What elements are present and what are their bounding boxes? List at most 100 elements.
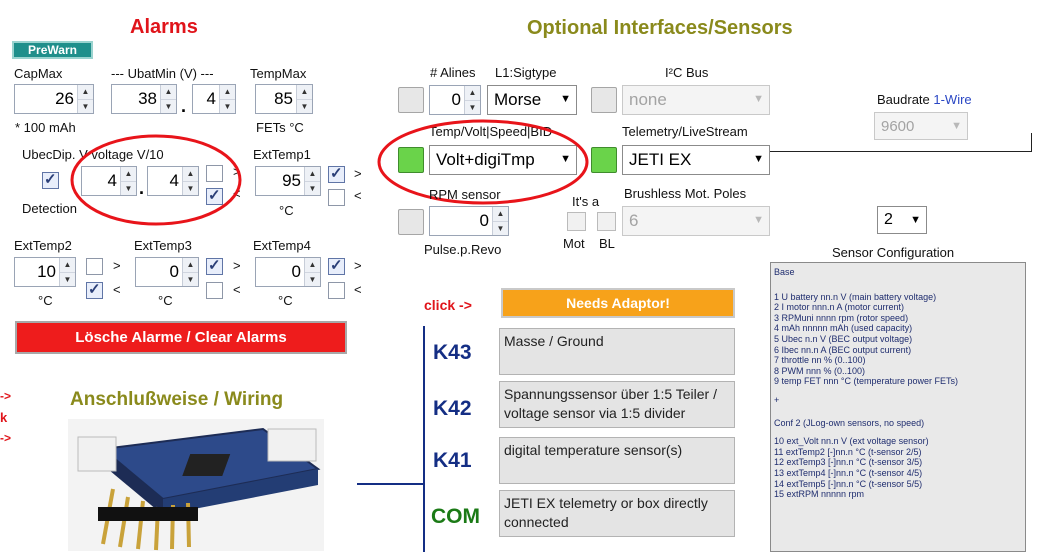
rpm-spinner[interactable]: 0 ▲ ▼ bbox=[429, 206, 509, 236]
spin-up-icon[interactable]: ▲ bbox=[493, 207, 508, 222]
wiring-mark-2: k bbox=[0, 410, 8, 425]
sensor-config-select[interactable]: 2 ▼ bbox=[877, 206, 927, 234]
spin-down-icon[interactable]: ▼ bbox=[305, 273, 320, 287]
alines-spinner[interactable]: 0 ▲ ▼ bbox=[429, 85, 481, 115]
sensor-list-plus: + bbox=[774, 394, 780, 405]
port-k43-label: K43 bbox=[433, 341, 472, 364]
telemetry-status-indicator[interactable] bbox=[591, 147, 617, 173]
gt-sign: > bbox=[354, 258, 362, 273]
sensor-list-spacer bbox=[774, 278, 1022, 292]
poles-select[interactable]: 6 ▼ bbox=[622, 206, 770, 236]
spin-up-icon[interactable]: ▲ bbox=[161, 85, 176, 100]
alines-status-indicator[interactable] bbox=[398, 87, 424, 113]
spin-down-icon[interactable]: ▼ bbox=[60, 273, 75, 287]
spin-up-icon[interactable]: ▲ bbox=[297, 85, 312, 100]
spin-down-icon[interactable]: ▼ bbox=[465, 101, 480, 115]
sensor-list-head: Base bbox=[774, 267, 795, 277]
spin-down-icon[interactable]: ▼ bbox=[183, 273, 198, 287]
sensor-list-item: 14 extTemp5 [-]nn.n °C (t-sensor 5/5) bbox=[774, 478, 923, 489]
exttemp2-lt-checkbox[interactable] bbox=[86, 280, 103, 299]
prewarn-button[interactable]: PreWarn bbox=[12, 41, 93, 59]
ubatmin-dec-value: 4 bbox=[206, 89, 216, 108]
sigtype-label: L1:Sigtype bbox=[495, 65, 557, 80]
spin-up-icon[interactable]: ▲ bbox=[183, 258, 198, 273]
exttemp1-gt-checkbox[interactable] bbox=[328, 164, 345, 183]
lt-sign: < bbox=[354, 282, 362, 297]
spin-down-icon[interactable]: ▼ bbox=[305, 182, 320, 196]
rpm-label: RPM sensor bbox=[429, 187, 501, 202]
spin-down-icon[interactable]: ▼ bbox=[493, 222, 508, 236]
rpm-value: 0 bbox=[479, 211, 489, 230]
gt-sign: > bbox=[354, 166, 362, 181]
exttemp4-label: ExtTemp4 bbox=[253, 238, 311, 253]
exttemp1-lt-checkbox[interactable] bbox=[328, 189, 345, 206]
sensor-config-value: 2 bbox=[884, 211, 893, 228]
exttemp2-gt-checkbox[interactable] bbox=[86, 258, 103, 275]
i2c-status-indicator[interactable] bbox=[591, 87, 617, 113]
clear-alarms-button[interactable]: Lösche Alarme / Clear Alarms bbox=[15, 321, 347, 354]
exttemp4-gt-checkbox[interactable] bbox=[328, 256, 345, 275]
interfaces-title: Optional Interfaces/Sensors bbox=[527, 17, 793, 39]
baudrate-label: Baudrate 1-Wire bbox=[877, 92, 972, 107]
spin-up-icon[interactable]: ▲ bbox=[465, 86, 480, 101]
exttemp1-value: 95 bbox=[282, 171, 301, 190]
port-k42-label: K42 bbox=[433, 397, 472, 420]
exttemp4-value: 0 bbox=[291, 262, 301, 281]
sensor-list-item: 15 extRPM nnnnn rpm bbox=[774, 489, 865, 500]
spin-down-icon[interactable]: ▼ bbox=[220, 100, 235, 114]
exttemp2-unit: °C bbox=[38, 293, 53, 308]
exttemp4-unit: °C bbox=[278, 293, 293, 308]
sensor-list-item: 6 Ibec nn.n A (BEC output current) bbox=[774, 344, 912, 355]
tempmax-spinner[interactable]: 85 ▲ ▼ bbox=[255, 84, 313, 114]
port-com-desc: JETI EX telemetry or box directly connec… bbox=[499, 490, 735, 537]
port-com-label: COM bbox=[431, 505, 480, 528]
lt-sign: < bbox=[354, 188, 362, 203]
i2c-label: I²C Bus bbox=[665, 65, 709, 80]
sensor-list-conf2-head: Conf 2 (JLog-own sensors, no speed) bbox=[774, 417, 925, 428]
connector-line bbox=[770, 151, 1032, 152]
needs-adaptor-button[interactable]: Needs Adaptor! bbox=[501, 288, 735, 318]
ubecdip-checkbox[interactable] bbox=[42, 170, 59, 189]
spin-down-icon[interactable]: ▼ bbox=[297, 100, 312, 114]
spin-down-icon[interactable]: ▼ bbox=[78, 100, 93, 114]
spin-up-icon[interactable]: ▲ bbox=[305, 167, 320, 182]
sensor-list-spacer bbox=[774, 428, 1022, 436]
exttemp4-spinner[interactable]: 0 ▲ ▼ bbox=[255, 257, 321, 287]
spin-up-icon[interactable]: ▲ bbox=[220, 85, 235, 100]
telemetry-select[interactable]: JETI EX ▼ bbox=[622, 145, 770, 175]
exttemp4-lt-checkbox[interactable] bbox=[328, 282, 345, 299]
sigtype-select[interactable]: Morse ▼ bbox=[487, 85, 577, 115]
ubatmin-int-spinner[interactable]: 38 ▲ ▼ bbox=[111, 84, 177, 114]
sensor-config-label: Sensor Configuration bbox=[832, 245, 955, 260]
sensor-list-spacer bbox=[774, 406, 1022, 418]
rpm-status-indicator[interactable] bbox=[398, 209, 424, 235]
baudrate-select[interactable]: 9600 ▼ bbox=[874, 112, 968, 140]
mot-checkbox[interactable] bbox=[567, 212, 586, 231]
ubatmin-dec-spinner[interactable]: 4 ▲ ▼ bbox=[192, 84, 236, 114]
exttemp3-lt-checkbox[interactable] bbox=[206, 282, 223, 299]
port-k41-label: K41 bbox=[433, 449, 472, 472]
spin-up-icon[interactable]: ▲ bbox=[305, 258, 320, 273]
exttemp1-spinner[interactable]: 95 ▲ ▼ bbox=[255, 166, 321, 196]
sensor-list-item: 13 extTemp4 [-]nn.n °C (t-sensor 4/5) bbox=[774, 467, 923, 478]
alarms-title: Alarms bbox=[130, 16, 198, 38]
capmax-label: CapMax bbox=[14, 66, 63, 81]
chevron-down-icon: ▼ bbox=[951, 120, 962, 132]
sensor-list-box[interactable]: Base 1 U battery nn.n V (main battery vo… bbox=[770, 262, 1026, 552]
chevron-down-icon: ▼ bbox=[560, 93, 571, 105]
bl-checkbox[interactable] bbox=[597, 212, 616, 231]
wiring-mark-1: -> bbox=[0, 389, 12, 403]
exttemp3-label: ExtTemp3 bbox=[134, 238, 192, 253]
i2c-select[interactable]: none ▼ bbox=[622, 85, 770, 115]
bl-label: BL bbox=[599, 236, 615, 251]
exttemp2-spinner[interactable]: 10 ▲ ▼ bbox=[14, 257, 76, 287]
baudrate-value: 9600 bbox=[881, 117, 915, 135]
click-label: click -> bbox=[424, 297, 472, 313]
exttemp3-gt-checkbox[interactable] bbox=[206, 256, 223, 275]
spin-down-icon[interactable]: ▼ bbox=[161, 100, 176, 114]
exttemp3-spinner[interactable]: 0 ▲ ▼ bbox=[135, 257, 199, 287]
spin-up-icon[interactable]: ▲ bbox=[78, 85, 93, 100]
capmax-spinner[interactable]: 26 ▲ ▼ bbox=[14, 84, 94, 114]
spin-up-icon[interactable]: ▲ bbox=[60, 258, 75, 273]
poles-label: Brushless Mot. Poles bbox=[624, 186, 747, 201]
